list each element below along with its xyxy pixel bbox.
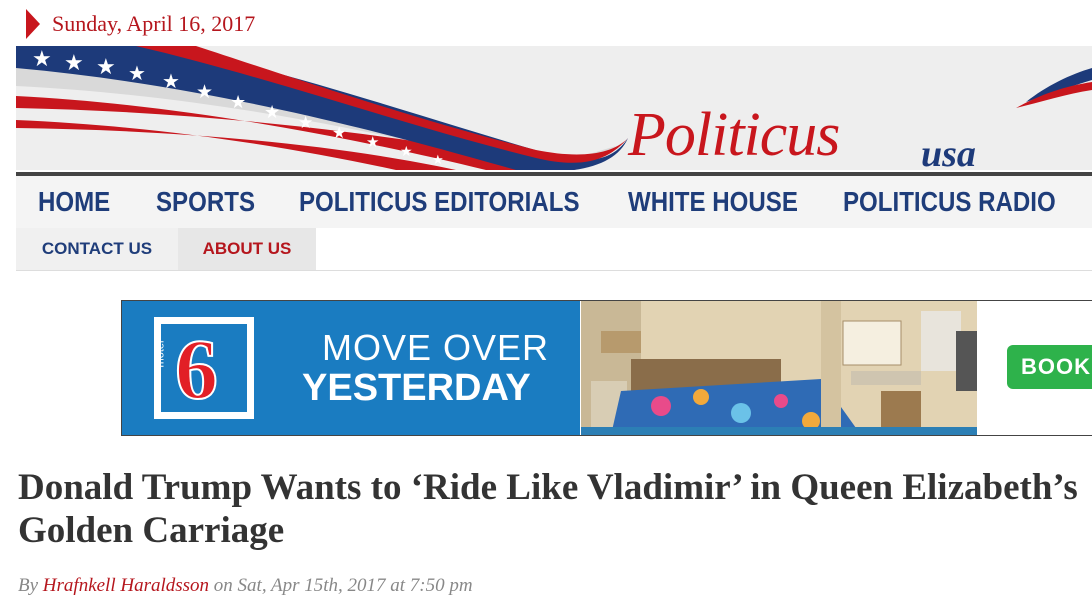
svg-text:★: ★: [264, 102, 280, 122]
byline-author[interactable]: Hrafnkell Haraldsson: [43, 575, 209, 596]
nav-sports[interactable]: SPORTS: [156, 186, 255, 218]
motel6-logo: motel 6: [154, 317, 254, 419]
svg-text:★: ★: [64, 50, 84, 75]
nav-contact-us[interactable]: CONTACT US: [16, 228, 178, 270]
svg-text:★: ★: [298, 113, 313, 132]
motel6-number: 6: [174, 321, 219, 417]
date-bar: Sunday, April 16, 2017: [0, 0, 1092, 46]
current-date: Sunday, April 16, 2017: [52, 11, 256, 36]
svg-text:★: ★: [32, 46, 52, 71]
byline-date: on Sat, Apr 15th, 2017 at 7:50 pm: [213, 575, 473, 596]
byline-by: By: [18, 575, 39, 596]
svg-text:★: ★: [332, 125, 346, 142]
nav-politicus-radio[interactable]: POLITICUS RADIO: [843, 186, 1056, 218]
svg-text:★: ★: [96, 54, 116, 79]
svg-text:★: ★: [196, 82, 213, 103]
motel6-motel-label: motel: [154, 340, 167, 368]
site-banner[interactable]: ★ ★ ★ ★ ★ ★ ★ ★ ★ ★ ★ ★ ★ Politicus usa: [16, 46, 1092, 170]
ad-headline-line1: MOVE OVER: [322, 327, 550, 368]
secondary-nav: CONTACT US ABOUT US: [16, 228, 1092, 271]
svg-text:★: ★: [432, 152, 444, 167]
ad-headline-line2: YESTERDAY: [302, 367, 531, 409]
book-button[interactable]: BOOK: [1007, 345, 1092, 389]
logo-usa: usa: [921, 133, 976, 170]
svg-text:★: ★: [400, 143, 413, 159]
nav-politicus-editorials[interactable]: POLITICUS EDITORIALS: [299, 186, 580, 218]
nav-white-house[interactable]: WHITE HOUSE: [628, 186, 798, 218]
svg-text:★: ★: [230, 92, 246, 112]
primary-nav: HOME SPORTS POLITICUS EDITORIALS WHITE H…: [16, 172, 1092, 230]
nav-about-us[interactable]: ABOUT US: [178, 228, 316, 270]
ad-left-panel: motel 6 MOVE OVER YESTERDAY: [122, 301, 580, 435]
nav-home[interactable]: HOME: [38, 186, 110, 218]
date-marker-icon: [26, 9, 40, 39]
article-byline: By Hrafnkell Haraldsson on Sat, Apr 15th…: [18, 575, 473, 597]
svg-text:★: ★: [162, 71, 180, 93]
ad-room-photo: [581, 301, 977, 435]
ad-banner[interactable]: motel 6 MOVE OVER YESTERDAY BOOK: [121, 300, 1092, 436]
logo-politicus: Politicus: [628, 101, 840, 169]
ad-right-panel: BOOK: [977, 301, 1092, 435]
svg-text:★: ★: [366, 134, 379, 151]
article-title[interactable]: Donald Trump Wants to ‘Ride Like Vladimi…: [18, 466, 1078, 552]
svg-text:★: ★: [128, 63, 146, 85]
